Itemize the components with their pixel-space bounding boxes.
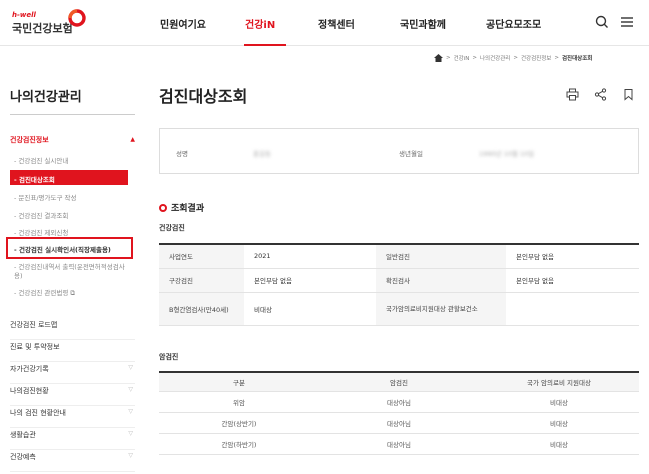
global-header: h-well 국민건강보험 민원여기요 건강iN 정책센터 국민과함께 공단요모…: [0, 0, 649, 46]
sidebar-divider: [10, 114, 135, 115]
table-cell: 본인부담 없음: [506, 268, 639, 293]
result-heading: 조회결과: [159, 201, 204, 214]
chevron-down-icon: ▽: [128, 408, 133, 415]
cancer-check-table: 구분 암검진 국가 암의료비 지원대상 위암 대상아님 비대상 간암(상반기) …: [159, 371, 639, 455]
chevron-down-icon: ▽: [128, 364, 133, 371]
sidebar-subitem-confirmation[interactable]: - 건강검진 실시확인서(직장제출용): [6, 237, 133, 259]
sidebar-section-health-check-info[interactable]: 건강검진정보 ▲: [10, 135, 135, 145]
logo-tagline: h-well: [12, 11, 36, 19]
table-cell: 간암(하반기): [159, 433, 319, 455]
nhis-logo[interactable]: h-well 국민건강보험: [12, 9, 92, 37]
table-cell: 국가암의료비지원대상 관할보건소: [376, 292, 506, 326]
nav-policy-center[interactable]: 정책센터: [318, 16, 355, 31]
table-cell: 본인부담 없음: [244, 268, 376, 293]
sidebar-menu-status-guide[interactable]: 나의 검진 현황안내 ▽: [10, 408, 135, 428]
table-cell: 2021: [244, 244, 376, 269]
sidebar-subitem-laws[interactable]: - 건강검진 관련법령 ⧉: [14, 287, 75, 298]
table-row: 사업연도 2021 일반검진 본인부담 없음: [159, 244, 639, 269]
sidebar-menu-lifestyle[interactable]: 생활습관 ▽: [10, 430, 135, 450]
table-cell: 대상아님: [319, 412, 479, 434]
table-cell: 위암: [159, 391, 319, 413]
nav-about-corporation[interactable]: 공단요모조모: [486, 16, 541, 31]
nav-with-citizens[interactable]: 국민과함께: [400, 16, 446, 31]
sidebar-subitem-results[interactable]: - 건강검진 결과조회: [14, 210, 68, 220]
sidebar-menu-treatment[interactable]: 진료 및 투약정보: [10, 342, 135, 362]
sidebar-title: 나의건강관리: [10, 90, 82, 105]
sidebar-menu-roadmap[interactable]: 건강검진 로드맵: [10, 320, 135, 340]
table-row: 간암(하반기) 대상아님 비대상: [159, 433, 639, 455]
table-row: 간암(상반기) 대상아님 비대상: [159, 412, 639, 434]
page-title: 검진대상조회: [159, 87, 248, 106]
breadcrumb-separator: >: [513, 55, 518, 61]
personal-info-box: 성명 홍길동 생년월일 1990년 10월 10일: [159, 128, 639, 174]
sidebar-menu-prediction[interactable]: 건강예측 ▽: [10, 452, 135, 472]
search-icon[interactable]: [594, 14, 610, 30]
column-header: 구분: [159, 372, 319, 392]
bookmark-icon[interactable]: [622, 88, 635, 101]
table-row: B형간염검사(만40세) 비대상 국가암의료비지원대상 관할보건소: [159, 292, 639, 326]
chevron-down-icon: ▽: [128, 386, 133, 393]
name-label: 성명: [176, 150, 188, 158]
health-check-table: 사업연도 2021 일반검진 본인부담 없음 구강검진 본인부담 없음 확진검사…: [159, 243, 639, 326]
table-cell: 확진검사: [376, 268, 506, 293]
birth-value: 1990년 10월 10일: [479, 150, 535, 158]
sidebar-subitem-target-lookup[interactable]: - 검진대상조회: [10, 170, 128, 185]
sidebar-menu-self-record[interactable]: 자가건강기록 ▽: [10, 364, 135, 384]
table-row: 구강검진 본인부담 없음 확진검사 본인부담 없음: [159, 268, 639, 293]
breadcrumb-separator: >: [554, 55, 559, 61]
table-cell: 대상아님: [319, 433, 479, 455]
breadcrumb: > 건강iN > 나의건강관리 > 건강검진정보 > 검진대상조회: [434, 52, 592, 64]
breadcrumb-item[interactable]: 건강검진정보: [521, 54, 551, 62]
logo-text: 국민건강보험: [12, 22, 73, 35]
table-header-row: 구분 암검진 국가 암의료비 지원대상: [159, 372, 639, 392]
sidebar-subitem-exclusion[interactable]: - 건강검진 제외신청: [14, 227, 68, 237]
chevron-down-icon: ▽: [128, 430, 133, 437]
table-cell: 사업연도: [159, 244, 244, 269]
logo-mark-icon: [68, 9, 86, 27]
nav-health-in[interactable]: 건강iN: [245, 16, 275, 31]
menu-icon[interactable]: [619, 14, 635, 30]
external-link-icon: ⧉: [70, 289, 76, 297]
table-cell: 대상아님: [319, 391, 479, 413]
nav-minwon[interactable]: 민원여기요: [160, 16, 206, 31]
table-cell: [506, 292, 639, 326]
home-icon[interactable]: [434, 54, 443, 62]
share-icon[interactable]: [594, 88, 607, 101]
table-cell: 비대상: [244, 292, 376, 326]
breadcrumb-item[interactable]: 나의건강관리: [480, 54, 510, 62]
sidebar-menu-my-status[interactable]: 나의검진현황 ▽: [10, 386, 135, 406]
column-header: 암검진: [319, 372, 479, 392]
bullet-ring-icon: [159, 203, 167, 212]
table-cell: 비대상: [479, 412, 639, 434]
table-cell: 본인부담 없음: [506, 244, 639, 269]
chevron-down-icon: ▽: [128, 452, 133, 459]
sidebar-subitem-guide[interactable]: - 건강검진 실시안내: [14, 155, 68, 165]
table-cell: 비대상: [479, 391, 639, 413]
print-icon[interactable]: [566, 88, 579, 101]
cancer-check-heading: 암검진: [159, 353, 179, 361]
caret-up-icon: ▲: [130, 136, 135, 143]
breadcrumb-current: 검진대상조회: [561, 56, 593, 62]
sidebar-subitem-history-print[interactable]: - 건강검진내역서 출력(운전면허적성검사용): [14, 263, 130, 281]
breadcrumb-separator: >: [472, 55, 477, 61]
birth-label: 생년월일: [399, 150, 423, 158]
sidebar-section-label: 건강검진정보: [10, 136, 49, 144]
table-cell: 일반검진: [376, 244, 506, 269]
table-cell: B형간염검사(만40세): [159, 292, 244, 326]
table-cell: 구강검진: [159, 268, 244, 293]
table-cell: 비대상: [479, 433, 639, 455]
sidebar-subitem-questionnaire[interactable]: - 문진표/평가도구 작성: [14, 192, 77, 202]
table-cell: 간암(상반기): [159, 412, 319, 434]
column-header: 국가 암의료비 지원대상: [479, 372, 639, 392]
nav-active-indicator: [244, 44, 286, 46]
health-check-heading: 건강검진: [159, 224, 185, 232]
breadcrumb-item[interactable]: 건강iN: [454, 54, 470, 62]
table-row: 위암 대상아님 비대상: [159, 391, 639, 413]
breadcrumb-separator: >: [446, 55, 451, 61]
name-value: 홍길동: [253, 150, 271, 158]
